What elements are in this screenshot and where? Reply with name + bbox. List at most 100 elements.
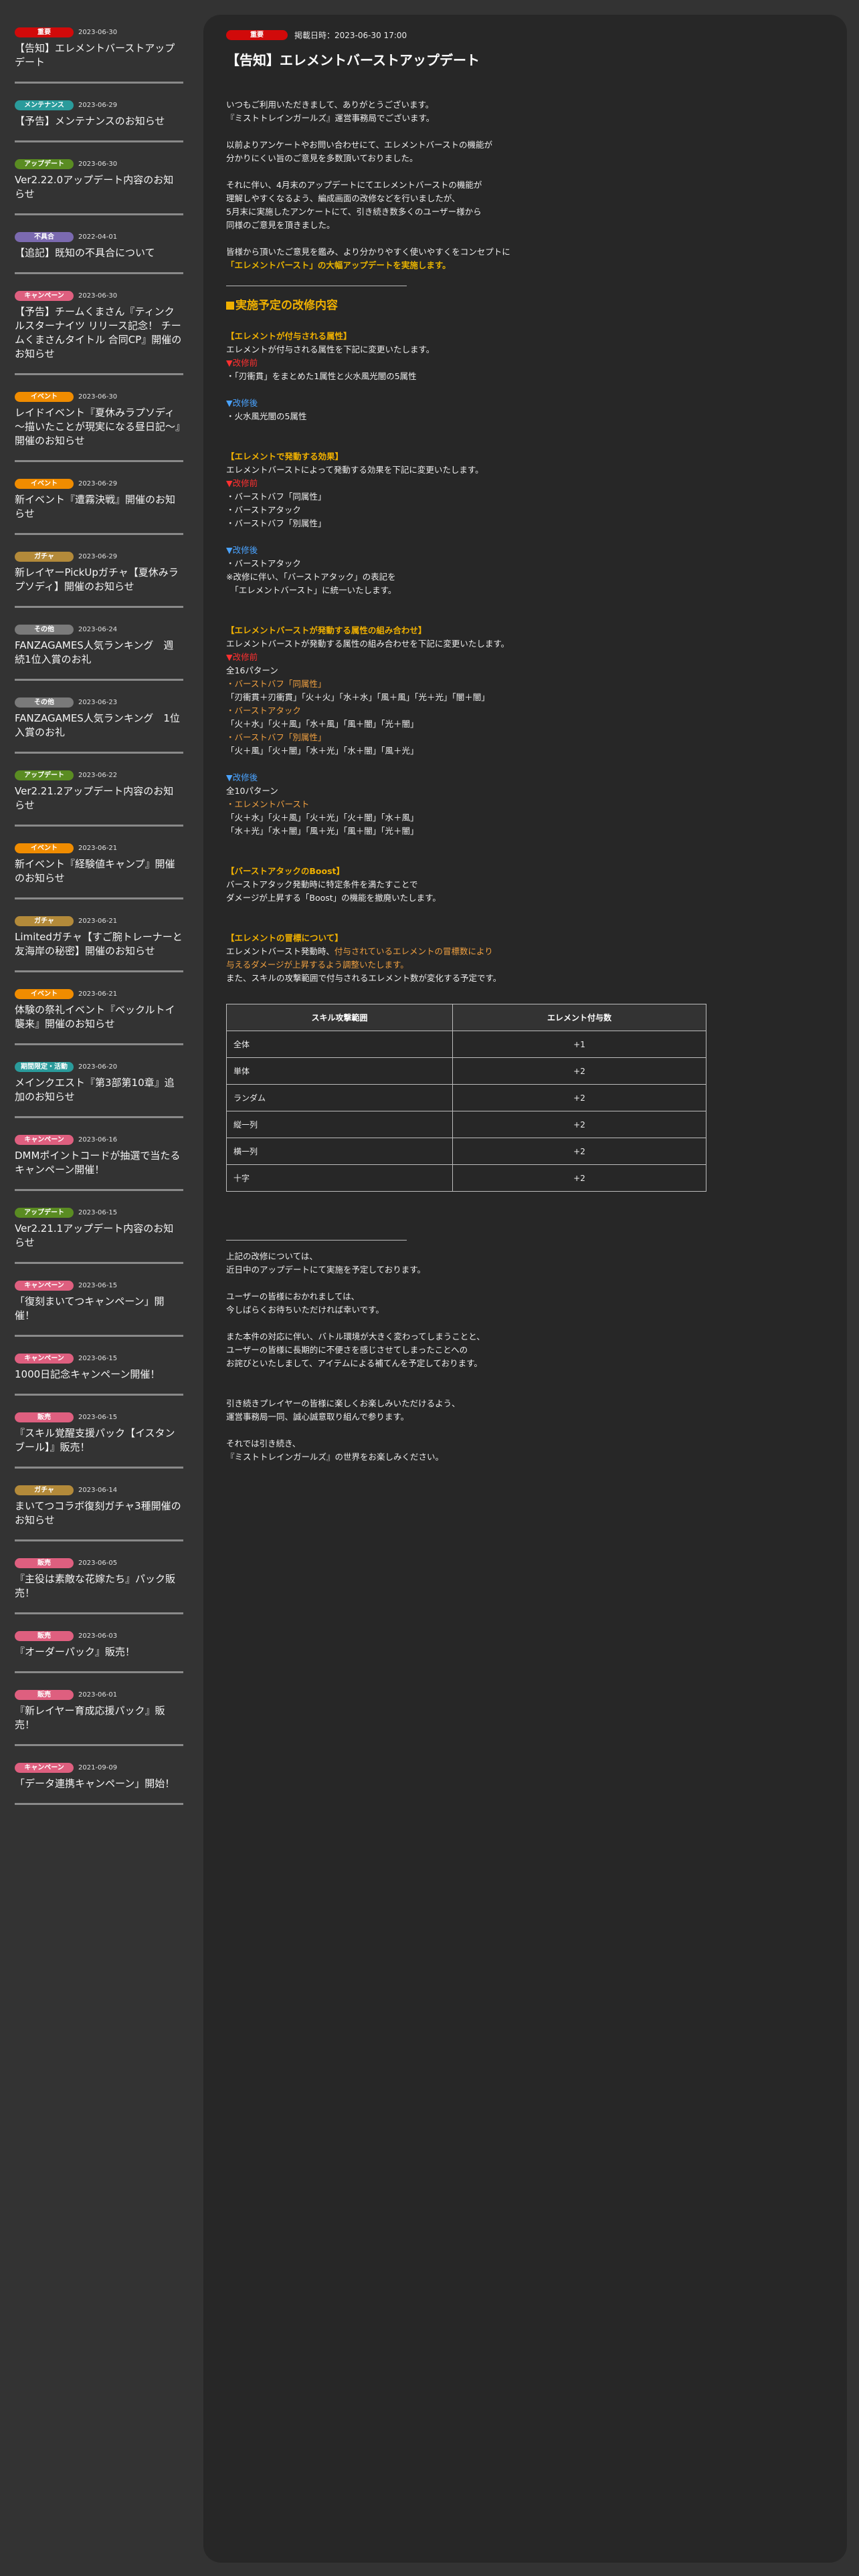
news-item[interactable]: その他 2023-06-24 FANZAGAMES人気ランキング 週続1位入賞のお礼 <box>15 619 183 681</box>
news-item[interactable]: 販売 2023-06-01 『新レイヤー育成応援パック』販売！ <box>15 1684 183 1746</box>
text-line: エレメントバースト発動時、付与されているエレメントの冒標数により <box>226 945 735 958</box>
news-date: 2023-06-29 <box>78 552 118 560</box>
news-item[interactable]: 期間限定・活動 2023-06-20 メインクエスト『第3部第10章』追加のお知らせ <box>15 1056 183 1118</box>
news-title-link[interactable]: 『スキル覚醒支援パック【イスタンブール】』販売！ <box>15 1426 183 1455</box>
news-title-link[interactable]: 新イベント『経験値キャンプ』開催のお知らせ <box>15 857 183 885</box>
news-meta: イベント 2023-06-21 <box>15 987 183 1000</box>
news-meta: メンテナンス 2023-06-29 <box>15 98 183 112</box>
news-item[interactable]: イベント 2023-06-21 新イベント『経験値キャンプ』開催のお知らせ <box>15 837 183 899</box>
after-label: ▼改修後 <box>226 545 258 555</box>
news-title-link[interactable]: Limitedガチャ【すご腕トレーナーと友海岸の秘密】開催のお知らせ <box>15 930 183 958</box>
news-item[interactable]: 販売 2023-06-03 『オーダーパック』販売！ <box>15 1625 183 1673</box>
subsection-title: 【エレメントで発動する効果】 <box>226 451 344 461</box>
intro-paragraph-2: 以前よりアンケートやお問い合わせにて、エレメントバーストの機能が 分かりにくい旨… <box>226 138 735 165</box>
news-title-link[interactable]: 『新レイヤー育成応援パック』販売！ <box>15 1704 183 1732</box>
text-line: 「刃衝貫＋刃衝貫」「火＋火」「水＋水」「風＋風」「光＋光」「闇＋闇」 <box>226 692 490 702</box>
news-title-link[interactable]: Ver2.21.1アップデート内容のお知らせ <box>15 1222 183 1250</box>
news-item[interactable]: イベント 2023-06-29 新イベント『遭霧決戦』開催のお知らせ <box>15 473 183 535</box>
table-header-row: スキル攻撃範囲 エレメント付与数 <box>226 1004 706 1031</box>
news-title-link[interactable]: 1000日記念キャンペーン開催！ <box>15 1368 183 1382</box>
news-title-link[interactable]: FANZAGAMES人気ランキング 週続1位入賞のお礼 <box>15 639 183 667</box>
news-title-link[interactable]: Ver2.22.0アップデート内容のお知らせ <box>15 173 183 201</box>
news-item[interactable]: 販売 2023-06-05 『主役は素敵な花嫁たち』パック販売！ <box>15 1552 183 1614</box>
text-line: 全10パターン <box>226 786 278 796</box>
news-item[interactable]: イベント 2023-06-30 レイドイベント『夏休みラプソディ ～描いたことが現実… <box>15 386 183 462</box>
table-cell: 横一列 <box>226 1138 453 1165</box>
news-date: 2023-06-05 <box>78 1559 118 1567</box>
news-item[interactable]: アップデート 2023-06-30 Ver2.22.0アップデート内容のお知らせ <box>15 153 183 215</box>
before-label: ▼改修前 <box>226 478 258 488</box>
news-meta: キャンペーン 2021-09-09 <box>15 1761 183 1774</box>
news-item[interactable]: キャンペーン 2023-06-15 1000日記念キャンペーン開催！ <box>15 1348 183 1396</box>
news-item[interactable]: イベント 2023-06-21 体験の祭礼イベント『ベックルトイ襲来』開催のお知らせ <box>15 983 183 1045</box>
news-title-link[interactable]: 【予告】メンテナンスのお知らせ <box>15 114 183 128</box>
section-element-marks: 【エレメントの冒標について】 エレメントバースト発動時、付与されているエレメント… <box>226 932 735 985</box>
news-title-link[interactable]: 【予告】チームくまさん『ティンクルスターナイツ リリース記念！ チームくまさんタ… <box>15 305 183 361</box>
news-date: 2023-06-30 <box>78 292 118 300</box>
text-line: 引き続きプレイヤーの皆様に楽しくお楽しみいただけるよう、 <box>226 1398 460 1408</box>
news-title-link[interactable]: 『主役は素敵な花嫁たち』パック販売！ <box>15 1572 183 1600</box>
text-line: ・「刃衝貫」をまとめた1属性と火水風光闇の5属性 <box>226 371 417 381</box>
news-item[interactable]: キャンペーン 2023-06-15 「復刻まいてつキャンペーン」開催！ <box>15 1275 183 1337</box>
text-line: 理解しやすくなるよう、編成画面の改修などを行いましたが、 <box>226 193 460 203</box>
news-title-link[interactable]: FANZAGAMES人気ランキング 1位入賞のお礼 <box>15 712 183 740</box>
news-title-link[interactable]: 体験の祭礼イベント『ベックルトイ襲来』開催のお知らせ <box>15 1003 183 1031</box>
highlight-span: 付与されているエレメントの冒標数により <box>334 946 493 956</box>
news-item[interactable]: アップデート 2023-06-15 Ver2.21.1アップデート内容のお知らせ <box>15 1202 183 1264</box>
news-item[interactable]: 販売 2023-06-15 『スキル覚醒支援パック【イスタンブール】』販売！ <box>15 1406 183 1469</box>
intro-paragraph-3: それに伴い、4月末のアップデートにてエレメントバーストの機能が 理解しやすくなる… <box>226 179 735 232</box>
category-tag: キャンペーン <box>15 1134 74 1145</box>
news-date: 2023-06-30 <box>78 28 118 36</box>
news-item[interactable]: その他 2023-06-23 FANZAGAMES人気ランキング 1位入賞のお礼 <box>15 691 183 754</box>
table-row: 横一列 +2 <box>226 1138 706 1165</box>
article-panel: 重要 掲載日時：2023-06-30 17:00 【告知】エレメントバーストアッ… <box>203 15 847 2563</box>
news-meta: アップデート 2023-06-30 <box>15 157 183 171</box>
text-line: 「火＋水」「火＋風」「水＋風」「風＋闇」「光＋闇」 <box>226 719 419 729</box>
category-tag: アップデート <box>15 1207 74 1218</box>
text-line: それでは引き続き、 <box>226 1438 301 1448</box>
news-item[interactable]: キャンペーン 2023-06-30 【予告】チームくまさん『ティンクルスターナイツ … <box>15 285 183 375</box>
news-item[interactable]: ガチャ 2023-06-14 まいてつコラボ復刻ガチャ3種開催のお知らせ <box>15 1479 183 1541</box>
text-line: ユーザーの皆様におかれましては、 <box>226 1291 360 1301</box>
table-cell: 縦一列 <box>226 1111 453 1138</box>
text-line: エレメントバーストによって発動する効果を下記に変更いたします。 <box>226 465 484 475</box>
news-item[interactable]: ガチャ 2023-06-21 Limitedガチャ【すご腕トレーナーと友海岸の秘密】… <box>15 910 183 972</box>
news-meta: イベント 2023-06-30 <box>15 390 183 403</box>
outro-paragraph-1: 上記の改修については、 近日中のアップデートにて実施を予定しております。 <box>226 1250 735 1277</box>
news-item[interactable]: キャンペーン 2023-06-16 DMMポイントコードが抽選で当たるキャンペーン開… <box>15 1129 183 1191</box>
news-title-link[interactable]: 「復刻まいてつキャンペーン」開催！ <box>15 1295 183 1323</box>
table-row: ランダム +2 <box>226 1084 706 1111</box>
news-meta: キャンペーン 2023-06-16 <box>15 1133 183 1146</box>
news-title-link[interactable]: まいてつコラボ復刻ガチャ3種開催のお知らせ <box>15 1499 183 1527</box>
news-title-link[interactable]: 【追記】既知の不具合について <box>15 246 183 260</box>
news-item[interactable]: ガチャ 2023-06-29 新レイヤーPickUpガチャ【夏休みラプソディ】開催の… <box>15 546 183 608</box>
category-tag: アップデート <box>15 158 74 169</box>
text-line: エレメントバーストが発動する属性の組み合わせを下記に変更いたします。 <box>226 639 510 649</box>
news-meta: 期間限定・活動 2023-06-20 <box>15 1060 183 1073</box>
article: 重要 掲載日時：2023-06-30 17:00 【告知】エレメントバーストアッ… <box>226 28 735 1477</box>
category-tag: 重要 <box>15 27 74 37</box>
table-cell: +2 <box>452 1111 706 1138</box>
table-body: 全体 +1 単体 +2 ランダム +2 縦一列 +2 横一列 +2 十字 +2 <box>226 1031 706 1192</box>
news-item[interactable]: アップデート 2023-06-22 Ver2.21.2アップデート内容のお知らせ <box>15 764 183 827</box>
news-item[interactable]: キャンペーン 2021-09-09 「データ連携キャンペーン」開始！ <box>15 1757 183 1805</box>
news-title-link[interactable]: 新イベント『遭霧決戦』開催のお知らせ <box>15 493 183 521</box>
news-title-link[interactable]: 「データ連携キャンペーン」開始！ <box>15 1777 183 1791</box>
subsection-title: 【エレメントバーストが発動する属性の組み合わせ】 <box>226 625 427 635</box>
news-title-link[interactable]: 『オーダーパック』販売！ <box>15 1645 183 1659</box>
news-item[interactable]: 不具合 2022-04-01 【追記】既知の不具合について <box>15 226 183 274</box>
news-title-link[interactable]: DMMポイントコードが抽選で当たるキャンペーン開催！ <box>15 1149 183 1177</box>
subsection-title: 【バーストアタックのBoost】 <box>226 866 345 876</box>
category-tag: アップデート <box>15 770 74 780</box>
category-tag: 不具合 <box>15 231 74 242</box>
news-item[interactable]: メンテナンス 2023-06-29 【予告】メンテナンスのお知らせ <box>15 94 183 142</box>
news-title-link[interactable]: 新レイヤーPickUpガチャ【夏休みラプソディ】開催のお知らせ <box>15 566 183 594</box>
news-title-link[interactable]: メインクエスト『第3部第10章』追加のお知らせ <box>15 1076 183 1104</box>
news-title-link[interactable]: 【告知】エレメントバーストアップデート <box>15 41 183 70</box>
list-label: ・エレメントバースト <box>226 799 310 809</box>
news-title-link[interactable]: レイドイベント『夏休みラプソディ ～描いたことが現実になる昼日記～』開催のお知ら… <box>15 406 183 448</box>
news-date: 2023-06-30 <box>78 393 118 401</box>
news-title-link[interactable]: Ver2.21.2アップデート内容のお知らせ <box>15 784 183 813</box>
news-item[interactable]: 重要 2023-06-30 【告知】エレメントバーストアップデート <box>15 21 183 84</box>
news-meta: 重要 2023-06-30 <box>15 25 183 39</box>
